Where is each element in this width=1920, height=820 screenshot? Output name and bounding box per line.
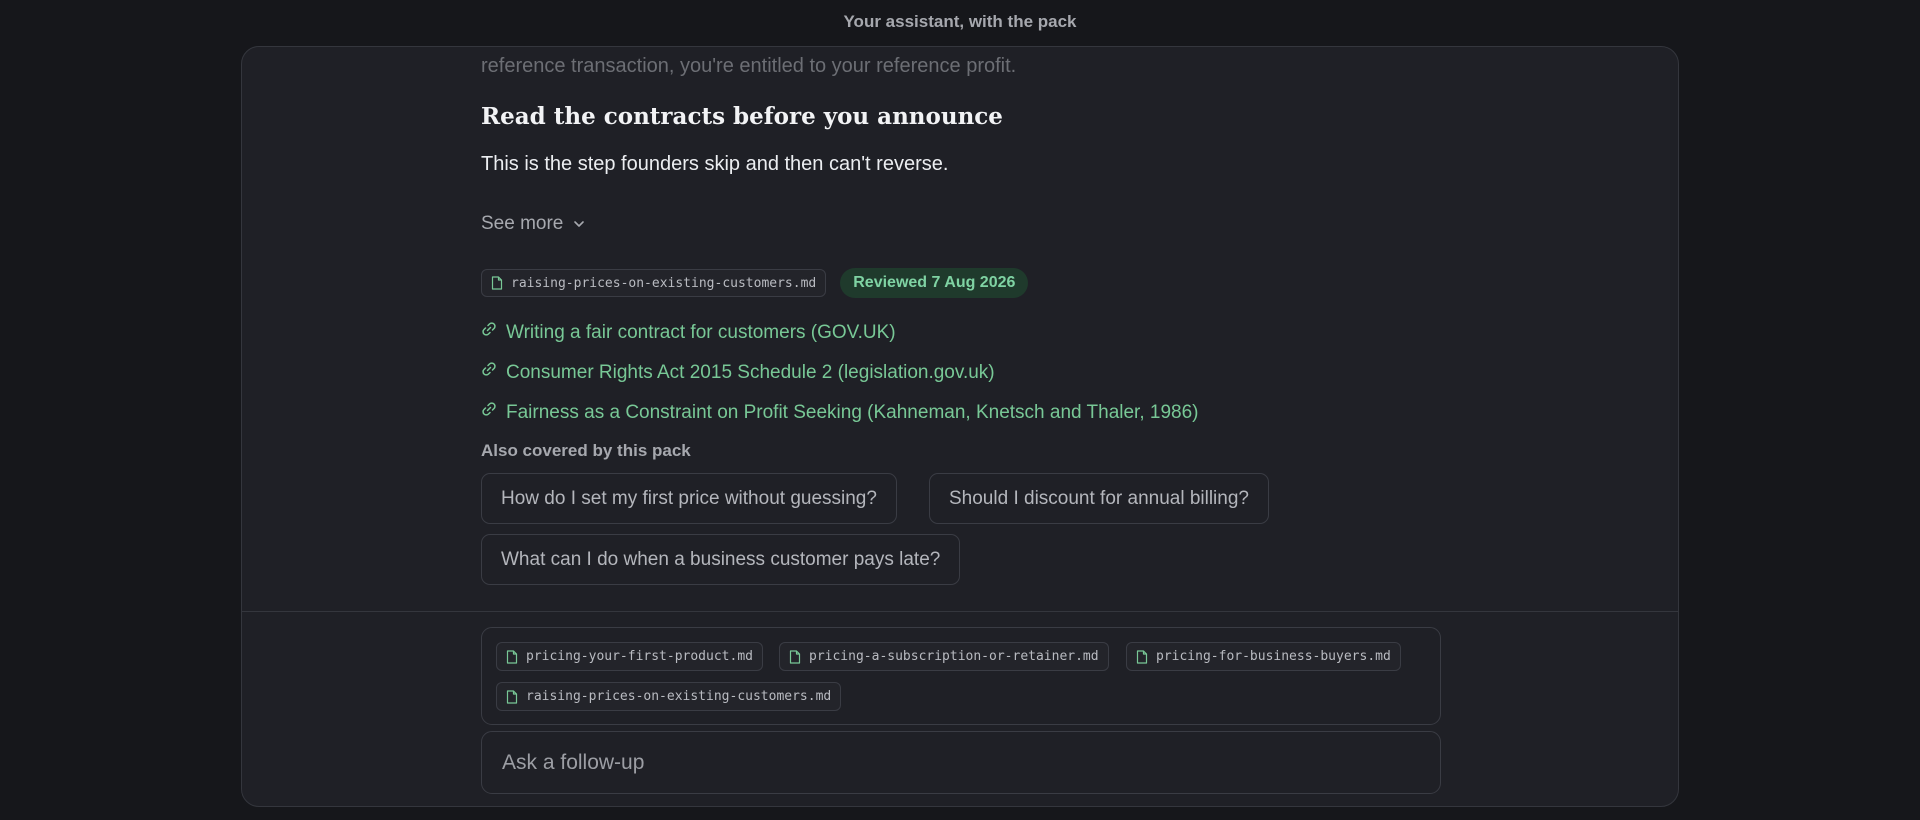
source-file-name: raising-prices-on-existing-customers.md [511,275,817,291]
also-covered-label: Also covered by this pack [481,441,691,460]
faded-answer-text: reference transaction, you're entitled t… [481,55,1017,77]
reference-link-label: Writing a fair contract for customers (G… [506,322,896,343]
file-icon [1136,649,1148,664]
answer-paragraph: This is the step founders skip and then … [481,153,949,175]
reference-link[interactable]: Consumer Rights Act 2015 Schedule 2 (leg… [481,353,1199,393]
link-icon [482,362,496,376]
reviewed-badge: Reviewed 7 Aug 2026 [840,268,1029,298]
reference-link[interactable]: Writing a fair contract for customers (G… [481,313,1199,353]
attached-file-name: pricing-a-subscription-or-retainer.md [809,649,1099,664]
reference-links: Writing a fair contract for customers (G… [481,313,1199,433]
composer-divider [242,611,1678,612]
attached-files: pricing-your-first-product.md pricing-a-… [481,627,1441,725]
file-icon [491,276,503,290]
link-icon [482,322,496,336]
attached-file-chip[interactable]: pricing-your-first-product.md [496,642,763,671]
attached-file-name: pricing-your-first-product.md [526,649,753,664]
see-more-button[interactable]: See more [481,213,586,235]
chevron-down-icon [574,221,585,227]
reference-link-label: Fairness as a Constraint on Profit Seeki… [506,402,1199,423]
attached-file-chip[interactable]: pricing-for-business-buyers.md [1126,642,1401,671]
attached-file-name: pricing-for-business-buyers.md [1156,649,1391,664]
reference-link-label: Consumer Rights Act 2015 Schedule 2 (leg… [506,362,995,383]
file-icon [506,649,518,664]
follow-up-input[interactable] [481,731,1441,794]
file-icon [789,649,801,664]
suggested-question-button[interactable]: What can I do when a business customer p… [481,534,961,585]
source-file-chip[interactable]: raising-prices-on-existing-customers.md [481,269,827,297]
attached-file-name: raising-prices-on-existing-customers.md [526,689,832,704]
source-row: raising-prices-on-existing-customers.md … [481,268,1029,298]
attached-file-chip[interactable]: raising-prices-on-existing-customers.md [496,682,842,711]
suggested-question-button[interactable]: Should I discount for annual billing? [929,473,1269,524]
reference-link[interactable]: Fairness as a Constraint on Profit Seeki… [481,393,1199,433]
chat-panel: reference transaction, you're entitled t… [241,46,1679,807]
section-heading: Read the contracts before you announce [481,103,1003,130]
see-more-label: See more [481,213,564,234]
suggested-question-button[interactable]: How do I set my first price without gues… [481,473,897,524]
page-title: Your assistant, with the pack [843,12,1077,31]
attached-file-chip[interactable]: pricing-a-subscription-or-retainer.md [779,642,1109,671]
link-icon [482,402,496,416]
file-icon [506,689,518,704]
